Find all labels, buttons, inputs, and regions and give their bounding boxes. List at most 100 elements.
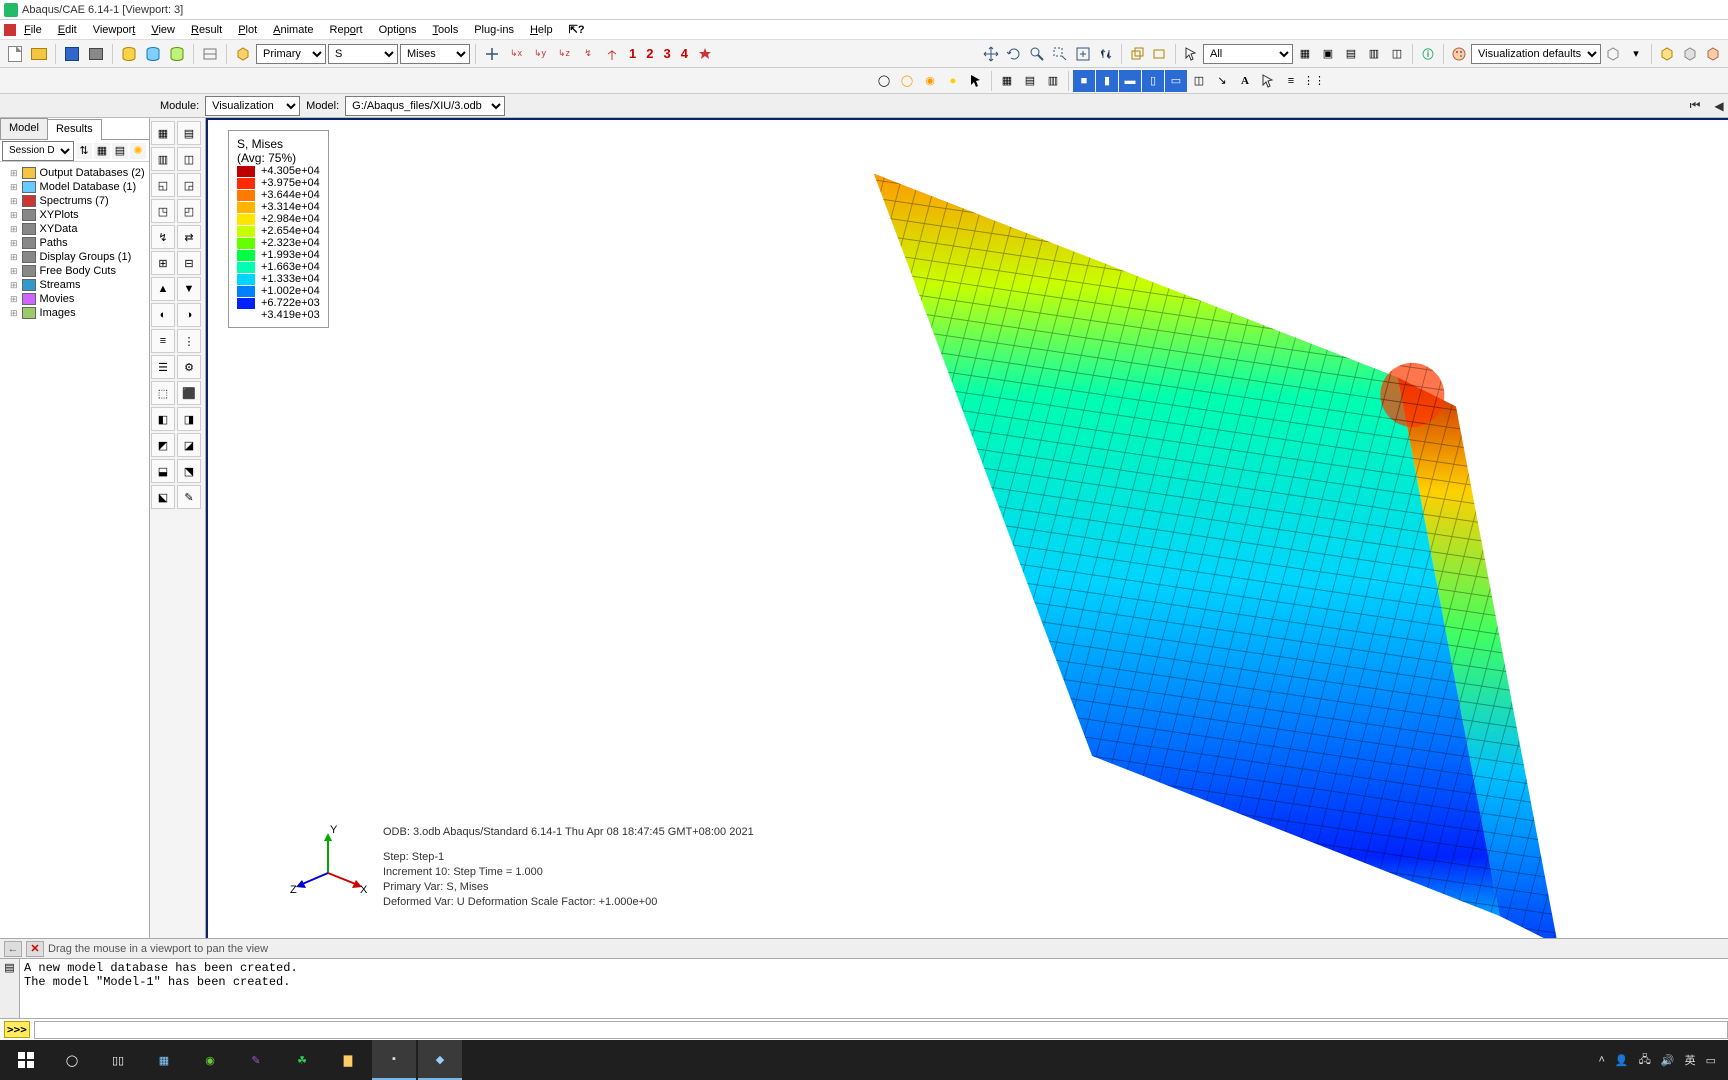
- annot-text-button[interactable]: A: [1234, 70, 1256, 92]
- tray-network-icon[interactable]: 🖧: [1639, 1051, 1651, 1070]
- render-style-combo[interactable]: Visualization defaults: [1471, 44, 1601, 64]
- toolbox-button-27[interactable]: ⬔: [177, 459, 201, 483]
- toolbox-button-17[interactable]: ⋮: [177, 329, 201, 353]
- menu-edit[interactable]: Edit: [50, 24, 85, 36]
- taskbar-app3[interactable]: ✎: [234, 1040, 278, 1080]
- prev-frame-button[interactable]: ◀: [1710, 97, 1728, 115]
- tree-opt4-button[interactable]: ✺: [130, 143, 146, 159]
- save-button[interactable]: [61, 43, 83, 65]
- taskbar-app4[interactable]: ☘: [280, 1040, 324, 1080]
- viz-c-button[interactable]: ◉: [919, 70, 941, 92]
- frame-selector-button[interactable]: [199, 43, 221, 65]
- model-combo[interactable]: G:/Abaqus_files/XIU/3.odb: [345, 96, 505, 116]
- view-xy-button[interactable]: ↳x: [505, 43, 527, 65]
- taskbar-app1[interactable]: ▦: [142, 1040, 186, 1080]
- view-1-button[interactable]: 1: [625, 46, 640, 61]
- menu-tools[interactable]: Tools: [425, 24, 467, 36]
- tree-opt2-button[interactable]: ▦: [94, 143, 110, 159]
- toolbox-button-8[interactable]: ↯: [151, 225, 175, 249]
- toolbox-button-26[interactable]: ⬓: [151, 459, 175, 483]
- render2-button[interactable]: ▾: [1625, 43, 1647, 65]
- tab-model[interactable]: Model: [0, 118, 48, 139]
- viz-a-button[interactable]: ◯: [873, 70, 895, 92]
- toolbox-button-1[interactable]: ▤: [177, 121, 201, 145]
- toolbox-button-6[interactable]: ◳: [151, 199, 175, 223]
- tree-item[interactable]: ⊞Display Groups (1): [2, 250, 147, 264]
- output-variable-combo[interactable]: S: [328, 44, 398, 64]
- taskbar-abaqus[interactable]: ◆: [418, 1040, 462, 1080]
- toolbox-button-10[interactable]: ⊞: [151, 251, 175, 275]
- viz-b-button[interactable]: ◯: [896, 70, 918, 92]
- rotate-button[interactable]: [1003, 43, 1025, 65]
- toolbox-button-0[interactable]: ▦: [151, 121, 175, 145]
- viz-g-button[interactable]: ▥: [1042, 70, 1064, 92]
- viewport[interactable]: S, Mises (Avg: 75%) +4.305e+04+3.975e+04…: [206, 118, 1728, 938]
- toolbox-button-13[interactable]: ▼: [177, 277, 201, 301]
- view-3-button[interactable]: 3: [659, 46, 674, 61]
- tray-people-icon[interactable]: 👤: [1615, 1054, 1629, 1067]
- menu-viewport[interactable]: Viewport: [85, 24, 144, 36]
- menu-plugins[interactable]: Plug-ins: [466, 24, 522, 36]
- tree-item[interactable]: ⊞Spectrums (7): [2, 194, 147, 208]
- annot-opts1-button[interactable]: ≡: [1280, 70, 1302, 92]
- boxzoom-button[interactable]: [1049, 43, 1071, 65]
- menu-file[interactable]: File: [16, 24, 50, 36]
- view-manip-button[interactable]: [694, 43, 716, 65]
- toolbox-button-2[interactable]: ▥: [151, 147, 175, 171]
- fit-button[interactable]: [1072, 43, 1094, 65]
- sel4-button[interactable]: ▥: [1363, 43, 1385, 65]
- menu-animate[interactable]: Animate: [265, 24, 321, 36]
- sel1-button[interactable]: ▦: [1294, 43, 1316, 65]
- module-combo[interactable]: Visualization: [205, 96, 300, 116]
- viz-k-button[interactable]: ▯: [1142, 70, 1164, 92]
- render1-button[interactable]: [1602, 43, 1624, 65]
- toolbox-button-5[interactable]: ◲: [177, 173, 201, 197]
- viz-i-button[interactable]: ▮: [1096, 70, 1118, 92]
- annot-opts2-button[interactable]: ⋮⋮: [1303, 70, 1325, 92]
- tree-item[interactable]: ⊞Images: [2, 306, 147, 320]
- viz-cursor-button[interactable]: [965, 70, 987, 92]
- toolbox-button-20[interactable]: ⬚: [151, 381, 175, 405]
- new-button[interactable]: [4, 43, 26, 65]
- toolbox-button-18[interactable]: ☰: [151, 355, 175, 379]
- toolbox-button-29[interactable]: ✎: [177, 485, 201, 509]
- view-cycle-button[interactable]: [601, 43, 623, 65]
- tray-sound-icon[interactable]: 🔊: [1661, 1054, 1675, 1067]
- field-output-button[interactable]: [232, 43, 254, 65]
- pan-button[interactable]: [980, 43, 1002, 65]
- info-button[interactable]: ⓘ: [1417, 43, 1439, 65]
- zoom-button[interactable]: [1026, 43, 1048, 65]
- print-button[interactable]: [85, 43, 107, 65]
- tray-lang[interactable]: 英: [1685, 1052, 1696, 1068]
- toolbox-button-19[interactable]: ⚙: [177, 355, 201, 379]
- toolbox-button-21[interactable]: ⬛: [177, 381, 201, 405]
- view-2-button[interactable]: 2: [642, 46, 657, 61]
- taskbar-app2[interactable]: ◉: [188, 1040, 232, 1080]
- view-xz-button[interactable]: ↳y: [529, 43, 551, 65]
- palette-button[interactable]: [1448, 43, 1470, 65]
- toolbox-button-15[interactable]: ◑: [177, 303, 201, 327]
- menu-help[interactable]: Help: [522, 24, 561, 36]
- toolbox-button-25[interactable]: ◪: [177, 433, 201, 457]
- tray-notify-icon[interactable]: ▭: [1706, 1054, 1716, 1067]
- db2-button[interactable]: [142, 43, 164, 65]
- toolbox-button-23[interactable]: ◨: [177, 407, 201, 431]
- tree-item[interactable]: ⊞Paths: [2, 236, 147, 250]
- tab-results[interactable]: Results: [47, 119, 102, 140]
- viz-m-button[interactable]: ◫: [1188, 70, 1210, 92]
- tree-item[interactable]: ⊞Movies: [2, 292, 147, 306]
- annot-arrow-button[interactable]: [1257, 70, 1279, 92]
- render5-button[interactable]: [1702, 43, 1724, 65]
- viz-f-button[interactable]: ▤: [1019, 70, 1041, 92]
- selection-filter-combo[interactable]: All: [1203, 44, 1293, 64]
- cli-input[interactable]: [34, 1021, 1728, 1039]
- tree-opt3-button[interactable]: ▤: [112, 143, 128, 159]
- toolbox-button-16[interactable]: ≡: [151, 329, 175, 353]
- toolbox-button-12[interactable]: ▲: [151, 277, 175, 301]
- render4-button[interactable]: [1679, 43, 1701, 65]
- sel2-button[interactable]: ▣: [1317, 43, 1339, 65]
- session-data-combo[interactable]: Session Data: [2, 141, 74, 161]
- select-button[interactable]: [1180, 43, 1202, 65]
- tree-item[interactable]: ⊞Output Databases (2): [2, 166, 147, 180]
- menu-view[interactable]: View: [143, 24, 183, 36]
